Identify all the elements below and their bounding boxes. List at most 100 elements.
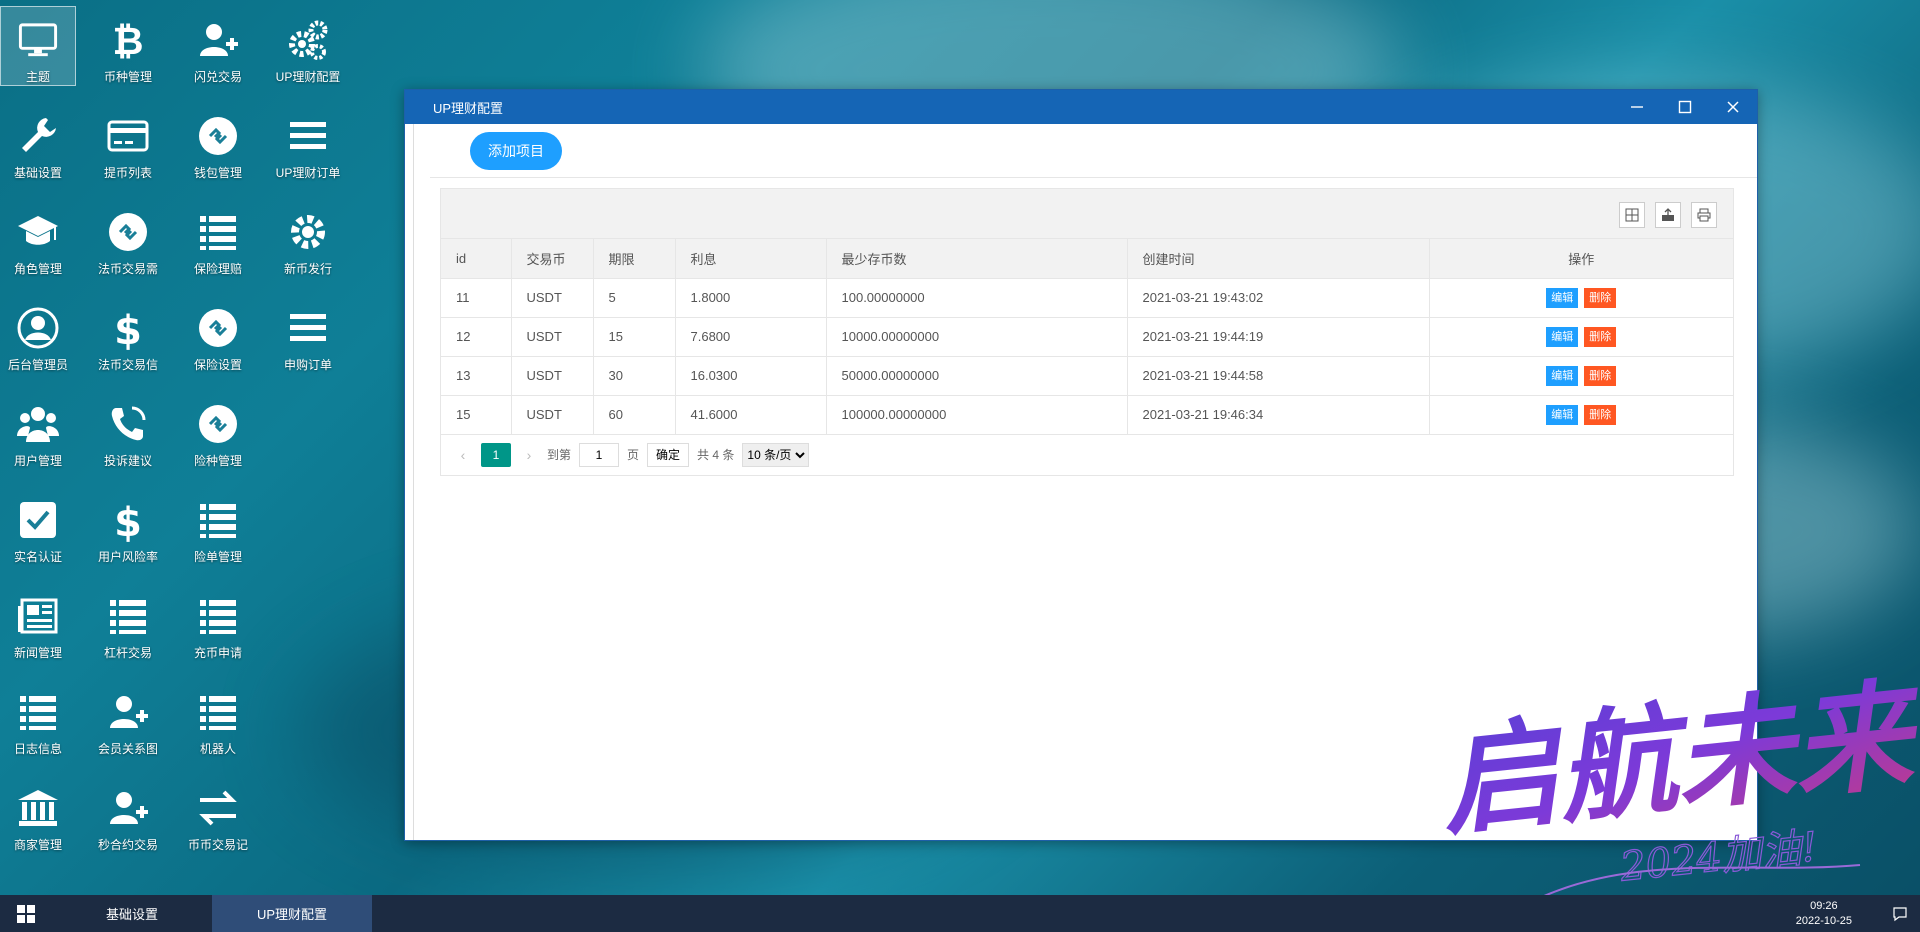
export-button[interactable] <box>1655 202 1681 228</box>
desktop-icon-label: 法币交易需 <box>97 262 158 276</box>
desktop-icon-30[interactable]: 币币交易记 <box>180 774 256 854</box>
user-plus-icon <box>200 24 238 56</box>
delete-button[interactable]: 删除 <box>1584 287 1617 308</box>
goto-page-input[interactable] <box>579 442 620 467</box>
desktop-icon-8[interactable]: 角色管理 <box>0 198 76 278</box>
desktop-icon-4[interactable]: 基础设置 <box>0 102 76 182</box>
column-header[interactable]: 操作 <box>1429 239 1733 279</box>
desktop-icon-6[interactable]: 钱包管理 <box>180 102 256 182</box>
maximize-button[interactable] <box>1661 90 1709 124</box>
svg-text:₿: ₿ <box>113 19 144 62</box>
desktop-icon-16[interactable]: 用户管理 <box>0 390 76 470</box>
desktop-icon-22[interactable]: 新闻管理 <box>0 582 76 662</box>
add-project-button[interactable]: 添加项目 <box>470 131 562 170</box>
desktop-icon-11[interactable]: 新币发行 <box>270 198 346 278</box>
desktop-icon-1[interactable]: ₿ 币种管理 <box>90 6 166 86</box>
desktop-icon-9[interactable]: 法币交易需 <box>90 198 166 278</box>
table-cell: 13 <box>441 356 512 396</box>
desktop-icon-label: 保险设置 <box>193 358 242 372</box>
svg-text:$: $ <box>114 308 142 350</box>
menu-icon <box>290 314 326 341</box>
desktop-icon-24[interactable]: 充币申请 <box>180 582 256 662</box>
column-header[interactable]: 交易币 <box>511 239 594 279</box>
desktop-icon-2[interactable]: 闪兑交易 <box>180 6 256 86</box>
desktop-icon-17[interactable]: 投诉建议 <box>90 390 166 470</box>
table-cell: 15 <box>441 395 512 435</box>
desktop-icon-label: 角色管理 <box>13 262 62 276</box>
desktop-icon-18[interactable]: 险种管理 <box>180 390 256 470</box>
desktop-icon-12[interactable]: 后台管理员 <box>0 294 76 374</box>
desktop-icon-3[interactable]: UP理财配置 <box>270 6 346 86</box>
desktop-icon-label: 新闻管理 <box>13 646 62 660</box>
desktop-icon-23[interactable]: 杠杆交易 <box>90 582 166 662</box>
table-cell: 2021-03-21 19:46:34 <box>1127 395 1430 435</box>
desktop-icon-21[interactable]: 险单管理 <box>180 486 256 566</box>
goto-confirm-button[interactable]: 确定 <box>647 442 690 467</box>
edit-button[interactable]: 编辑 <box>1546 404 1579 425</box>
column-header[interactable]: 利息 <box>675 239 827 279</box>
table-cell: 30 <box>593 356 676 396</box>
column-header[interactable]: id <box>441 239 512 279</box>
close-icon <box>1727 101 1739 113</box>
desktop-icon-5[interactable]: 提币列表 <box>90 102 166 182</box>
desktop-icon-0[interactable]: 主题 <box>0 6 76 86</box>
edit-button[interactable]: 编辑 <box>1546 365 1579 386</box>
desktop-icon-label: 法币交易信 <box>97 358 158 372</box>
desktop-icon-28[interactable]: 商家管理 <box>0 774 76 854</box>
edit-button[interactable]: 编辑 <box>1546 326 1579 347</box>
table-cell: 41.6000 <box>675 395 827 435</box>
current-page[interactable]: 1 <box>481 442 511 467</box>
desktop-icon-label: 钱包管理 <box>193 166 242 180</box>
desktop-icon-10[interactable]: 保险理赔 <box>180 198 256 278</box>
clock-time: 09:26 <box>1810 899 1838 912</box>
prev-page-icon[interactable]: ‹ <box>453 447 473 463</box>
next-page-icon[interactable]: › <box>519 447 539 463</box>
desktop-icon-19[interactable]: 实名认证 <box>0 486 76 566</box>
delete-button[interactable]: 删除 <box>1584 365 1617 386</box>
table-row: 12 USDT 15 7.6800 10000.00000000 2021-03-21 1… <box>441 317 1733 357</box>
desktop-icon-7[interactable]: UP理财订单 <box>270 102 346 182</box>
system-tray: 09:26 2022-10-25 <box>1796 895 1920 932</box>
desktop-icon-label: 基础设置 <box>13 166 62 180</box>
window-titlebar[interactable]: UP理财配置 <box>405 90 1757 124</box>
print-button[interactable] <box>1691 202 1717 228</box>
desktop-icon-14[interactable]: 保险设置 <box>180 294 256 374</box>
list-icon <box>200 696 236 730</box>
edit-button[interactable]: 编辑 <box>1546 287 1579 308</box>
delete-button[interactable]: 删除 <box>1584 326 1617 347</box>
minimize-button[interactable] <box>1613 90 1661 124</box>
close-button[interactable] <box>1709 90 1757 124</box>
desktop-icon-label: 日志信息 <box>13 742 62 756</box>
desktop-icon-20[interactable]: $ 用户风险率 <box>90 486 166 566</box>
desktop-icon-26[interactable]: 会员关系图 <box>90 678 166 758</box>
desktop-icon-29[interactable]: 秒合约交易 <box>90 774 166 854</box>
column-header[interactable]: 最少存币数 <box>826 239 1128 279</box>
delete-button[interactable]: 删除 <box>1584 404 1617 425</box>
start-button[interactable] <box>0 895 52 932</box>
maximize-icon <box>1678 100 1692 114</box>
desktop-icon-15[interactable]: 申购订单 <box>270 294 346 374</box>
notification-button[interactable] <box>1880 906 1920 922</box>
desktop-icon-label: 币种管理 <box>103 70 152 84</box>
clock[interactable]: 09:26 2022-10-25 <box>1796 899 1852 929</box>
desktop-icon-27[interactable]: 机器人 <box>180 678 256 758</box>
column-filter-button[interactable] <box>1619 202 1645 228</box>
table-cell-actions: 编辑 删除 <box>1429 317 1733 357</box>
clock-date: 2022-10-25 <box>1795 914 1852 927</box>
users-icon <box>17 407 59 442</box>
desktop-icon-grid: 主题 ₿ 币种管理 闪兑交易 UP理财配置 基础设置 提币列表 钱包管理 UP理财订单 角色管理法… <box>0 0 360 895</box>
column-header[interactable]: 创建时间 <box>1127 239 1430 279</box>
column-header[interactable]: 期限 <box>593 239 676 279</box>
taskbar-item-up-finance-config[interactable]: UP理财配置 <box>212 895 372 932</box>
taskbar-item-basic-settings[interactable]: 基础设置 <box>52 895 212 932</box>
table-cell: 100.00000000 <box>826 278 1128 318</box>
table-row: 11 USDT 5 1.8000 100.00000000 2021-03-21 19:4… <box>441 278 1733 318</box>
table-cell: USDT <box>511 278 594 318</box>
page-size-select[interactable]: 10 条/页 <box>742 442 810 467</box>
desktop-icon-13[interactable]: $ 法币交易信 <box>90 294 166 374</box>
desktop-icon-label: 主题 <box>25 70 50 84</box>
export-icon <box>1662 208 1674 221</box>
desktop-icon-25[interactable]: 日志信息 <box>0 678 76 758</box>
desktop-icon-label: 机器人 <box>199 742 236 756</box>
table-cell: USDT <box>511 356 594 396</box>
